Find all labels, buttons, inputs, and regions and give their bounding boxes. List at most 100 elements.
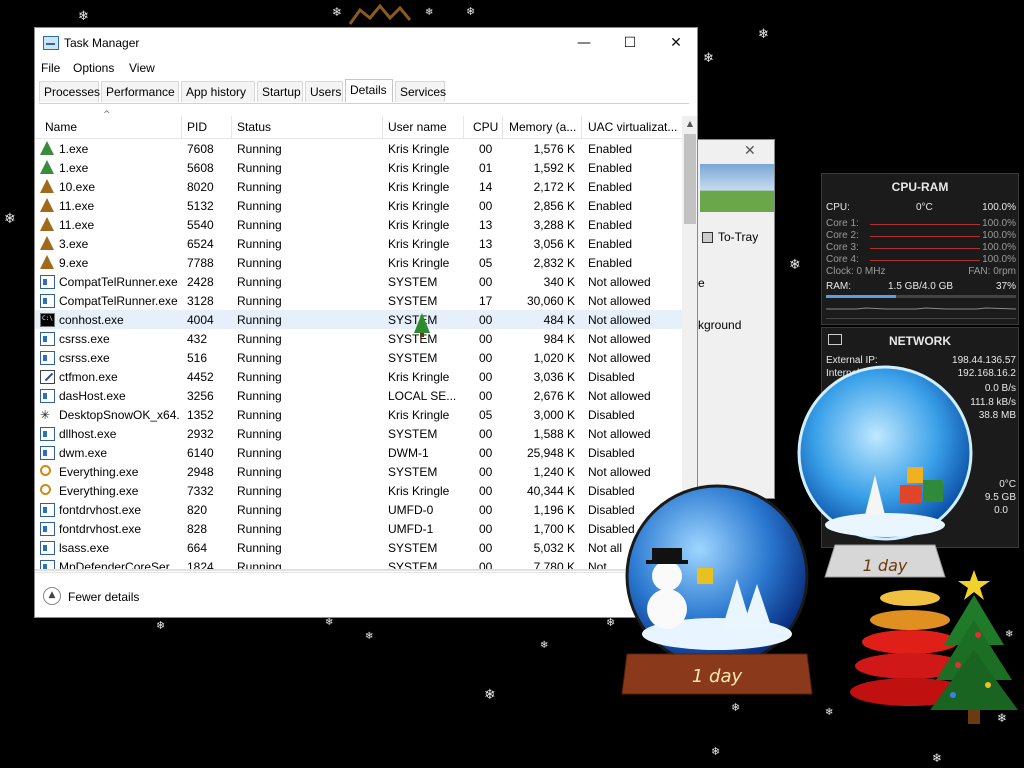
process-user: Kris Kringle <box>388 218 450 232</box>
process-name: 1.exe <box>59 161 89 175</box>
process-cpu: 00 <box>479 522 493 536</box>
process-status: Running <box>237 503 282 517</box>
tab-performance[interactable]: Performance <box>101 81 179 102</box>
app-icon <box>40 427 55 441</box>
process-user: Kris Kringle <box>388 199 450 213</box>
table-row[interactable]: Everything.exe 7332 Running Kris Kringle 00 4… <box>35 481 685 500</box>
process-status: Running <box>237 370 282 384</box>
table-row[interactable]: 1.exe 5608 Running Kris Kringle 01 1,592 K Ena… <box>35 158 685 177</box>
snowflake-icon: ❄ <box>156 619 166 632</box>
tab-app-history[interactable]: App history <box>181 81 255 102</box>
snowflake-icon: ❄ <box>365 631 374 642</box>
table-row[interactable]: fontdrvhost.exe 828 Running UMFD-1 00 1,700 K… <box>35 519 685 538</box>
scrollbar-thumb[interactable] <box>684 134 696 224</box>
fewer-details-button[interactable]: Fewer details <box>68 590 139 604</box>
process-status: Running <box>237 465 282 479</box>
process-cpu: 00 <box>479 142 493 156</box>
process-user: SYSTEM <box>388 560 438 569</box>
process-name: 11.exe <box>59 218 95 232</box>
process-status: Running <box>237 313 282 327</box>
process-memory: 25,948 K <box>526 446 575 460</box>
table-row[interactable]: dasHost.exe 3256 Running LOCAL SE... 00 2,676… <box>35 386 685 405</box>
process-user: LOCAL SE... <box>388 389 457 403</box>
tab-services[interactable]: Services <box>395 81 446 102</box>
table-row[interactable]: CompatTelRunner.exe 3128 Running SYSTEM 17 30… <box>35 291 685 310</box>
process-memory: 1,700 K <box>533 522 575 536</box>
column-memory[interactable]: Memory (a... <box>509 120 576 134</box>
to-tray-button[interactable]: To-Tray <box>718 230 758 244</box>
clock-row: Clock: 0 MHz FAN: 0rpm <box>826 266 1016 278</box>
table-row[interactable]: lsass.exe 664 Running SYSTEM 00 5,032 K Not al… <box>35 538 685 557</box>
core-percent: 100.0% <box>982 218 1016 229</box>
process-status: Running <box>237 522 282 536</box>
table-row[interactable]: 3.exe 6524 Running Kris Kringle 13 3,056 K Ena… <box>35 234 685 253</box>
table-row[interactable]: fontdrvhost.exe 820 Running UMFD-0 00 1,196 K… <box>35 500 685 519</box>
process-cpu: 00 <box>479 503 493 517</box>
core-percent: 100.0% <box>982 254 1016 265</box>
process-pid: 2948 <box>187 465 214 479</box>
table-row[interactable]: 10.exe 8020 Running Kris Kringle 14 2,172 K En… <box>35 177 685 196</box>
title-bar[interactable]: Task Manager — ☐ ✕ <box>35 28 697 58</box>
column-uac-virtualization[interactable]: UAC virtualizat... <box>588 120 677 134</box>
process-status: Running <box>237 427 282 441</box>
table-row[interactable]: ✳ DesktopSnowOK_x64... 1352 Running Kris Kri… <box>35 405 685 424</box>
tab-users[interactable]: Users <box>305 81 343 102</box>
snow-globe-large: 1 day <box>621 484 813 695</box>
table-row[interactable]: MpDefenderCoreSer... 1824 Running SYSTEM 00 7… <box>35 557 685 569</box>
table-row[interactable]: ctfmon.exe 4452 Running Kris Kringle 00 3,036… <box>35 367 685 386</box>
process-uac: Not allowed <box>588 351 651 365</box>
table-row[interactable]: Everything.exe 2948 Running SYSTEM 00 1,240 K… <box>35 462 685 481</box>
snowflake-icon: ❄ <box>703 51 714 66</box>
table-row[interactable]: 1.exe 7608 Running Kris Kringle 00 1,576 K Ena… <box>35 139 685 158</box>
scroll-up-icon[interactable]: ▲ <box>682 116 697 132</box>
process-cpu: 00 <box>479 465 493 479</box>
process-uac: Not allowed <box>588 427 651 441</box>
snowflake-icon: ❄ <box>484 687 496 703</box>
column-name[interactable]: Name <box>45 120 77 134</box>
column-cpu[interactable]: CPU <box>473 120 498 134</box>
snowflake-icon: ❄ <box>78 9 89 24</box>
cpu-ram-gadget[interactable]: CPU-RAM CPU: 0°C 100.0% Core 1: 100.0% Co… <box>821 173 1019 325</box>
process-user: Kris Kringle <box>388 484 450 498</box>
table-row[interactable]: csrss.exe 516 Running SYSTEM 00 1,020 K Not al… <box>35 348 685 367</box>
tree-brown-icon <box>40 236 54 250</box>
process-cpu: 00 <box>479 446 493 460</box>
footer: ▲ Fewer details <box>35 572 697 617</box>
maximize-button[interactable]: ☐ <box>607 28 653 58</box>
column-pid[interactable]: PID <box>187 120 207 134</box>
task-manager-icon <box>43 36 59 50</box>
process-memory: 2,676 K <box>533 389 575 403</box>
background-window[interactable]: ✕ To-Tray e kground <box>697 139 775 499</box>
table-row[interactable]: csrss.exe 432 Running SYSTEM 00 984 K Not allo… <box>35 329 685 348</box>
snowflake-icon: ❄ <box>825 707 834 718</box>
process-user: Kris Kringle <box>388 237 450 251</box>
menu-file[interactable]: File <box>41 61 60 75</box>
tab-startup[interactable]: Startup <box>257 81 303 102</box>
horizontal-scrollbar[interactable] <box>35 569 682 571</box>
column-user-name[interactable]: User name <box>388 120 447 134</box>
table-row[interactable]: 11.exe 5132 Running Kris Kringle 00 2,856 K En… <box>35 196 685 215</box>
menu-options[interactable]: Options <box>73 61 114 75</box>
minimize-button[interactable]: — <box>561 28 607 58</box>
tab-details[interactable]: Details <box>345 79 393 102</box>
table-row[interactable]: conhost.exe4004RunningSYSTEM00484 KNot a… <box>35 310 685 329</box>
chevron-up-icon[interactable]: ▲ <box>43 587 61 605</box>
menu-view[interactable]: View <box>129 61 155 75</box>
table-row[interactable]: dllhost.exe 2932 Running SYSTEM 00 1,588 K Not… <box>35 424 685 443</box>
table-row[interactable]: 9.exe 7788 Running Kris Kringle 05 2,832 K Ena… <box>35 253 685 272</box>
close-button[interactable]: ✕ <box>653 28 697 58</box>
tab-processes[interactable]: Processes <box>39 81 100 102</box>
close-icon[interactable]: ✕ <box>744 143 756 159</box>
christmas-tree-decoration <box>930 570 1018 724</box>
menu-bar: File Options View <box>35 58 697 80</box>
table-row[interactable]: dwm.exe 6140 Running DWM-1 00 25,948 K Disable… <box>35 443 685 462</box>
process-status: Running <box>237 294 282 308</box>
table-row[interactable]: 11.exe 5540 Running Kris Kringle 13 3,288 K En… <box>35 215 685 234</box>
table-row[interactable]: CompatTelRunner.exe 2428 Running SYSTEM 00 34… <box>35 272 685 291</box>
snowflake-icon: ❄ <box>932 751 943 765</box>
column-status[interactable]: Status <box>237 120 271 134</box>
process-cpu: 17 <box>479 294 493 308</box>
process-name: CompatTelRunner.exe <box>59 275 178 289</box>
process-cpu: 00 <box>479 275 493 289</box>
process-pid: 2932 <box>187 427 214 441</box>
